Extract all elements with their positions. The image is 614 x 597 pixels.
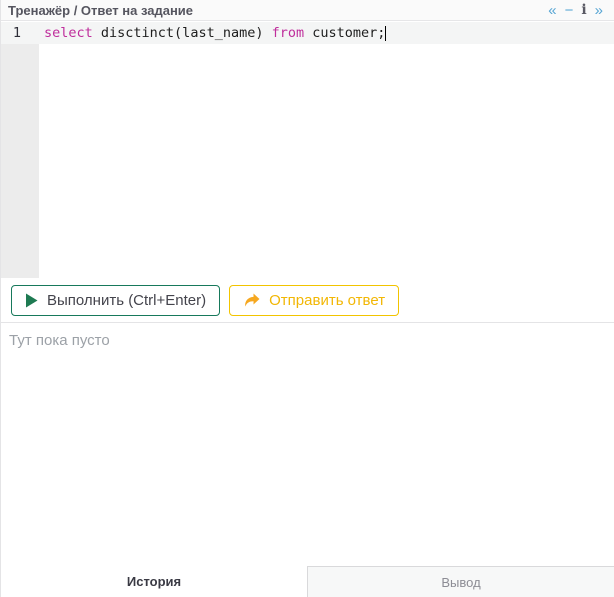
run-button-label: Выполнить (Ctrl+Enter) bbox=[47, 292, 206, 309]
bottom-tabs: История Вывод bbox=[1, 566, 614, 597]
line-number: 1 bbox=[1, 25, 21, 41]
submit-button-label: Отправить ответ bbox=[269, 292, 385, 309]
sql-plain: disctinct(last_name) bbox=[93, 25, 272, 41]
page-title: Тренажёр / Ответ на задание bbox=[8, 3, 193, 18]
minimize-icon[interactable]: − bbox=[565, 3, 574, 18]
collapse-left-icon[interactable]: « bbox=[548, 3, 556, 18]
play-icon bbox=[25, 293, 38, 308]
code-text: select disctinct(last_name) from custome… bbox=[44, 25, 386, 41]
code-line[interactable]: 1 select disctinct(last_name) from custo… bbox=[1, 22, 614, 44]
tab-history[interactable]: История bbox=[1, 566, 307, 597]
results-area: Тут пока пусто bbox=[1, 323, 614, 566]
editor-toolbar: Выполнить (Ctrl+Enter) Отправить ответ bbox=[11, 285, 399, 316]
sql-code-editor[interactable]: 1 select disctinct(last_name) from custo… bbox=[1, 22, 614, 278]
sql-trainer-panel: Тренажёр / Ответ на задание « − i » 1 se… bbox=[0, 0, 614, 597]
panel-header: Тренажёр / Ответ на задание « − i » bbox=[1, 0, 614, 21]
collapse-right-icon[interactable]: » bbox=[595, 3, 603, 18]
info-icon[interactable]: i bbox=[581, 3, 586, 17]
text-caret bbox=[385, 26, 386, 41]
tab-output[interactable]: Вывод bbox=[307, 566, 614, 597]
editor-gutter bbox=[1, 22, 39, 278]
header-icons: « − i » bbox=[548, 3, 603, 18]
sql-keyword: from bbox=[272, 25, 305, 41]
run-button[interactable]: Выполнить (Ctrl+Enter) bbox=[11, 285, 220, 316]
sql-keyword: select bbox=[44, 25, 93, 41]
forward-arrow-icon bbox=[243, 293, 260, 308]
sql-plain: customer; bbox=[304, 25, 385, 41]
submit-answer-button[interactable]: Отправить ответ bbox=[229, 285, 399, 316]
empty-placeholder: Тут пока пусто bbox=[1, 323, 614, 349]
